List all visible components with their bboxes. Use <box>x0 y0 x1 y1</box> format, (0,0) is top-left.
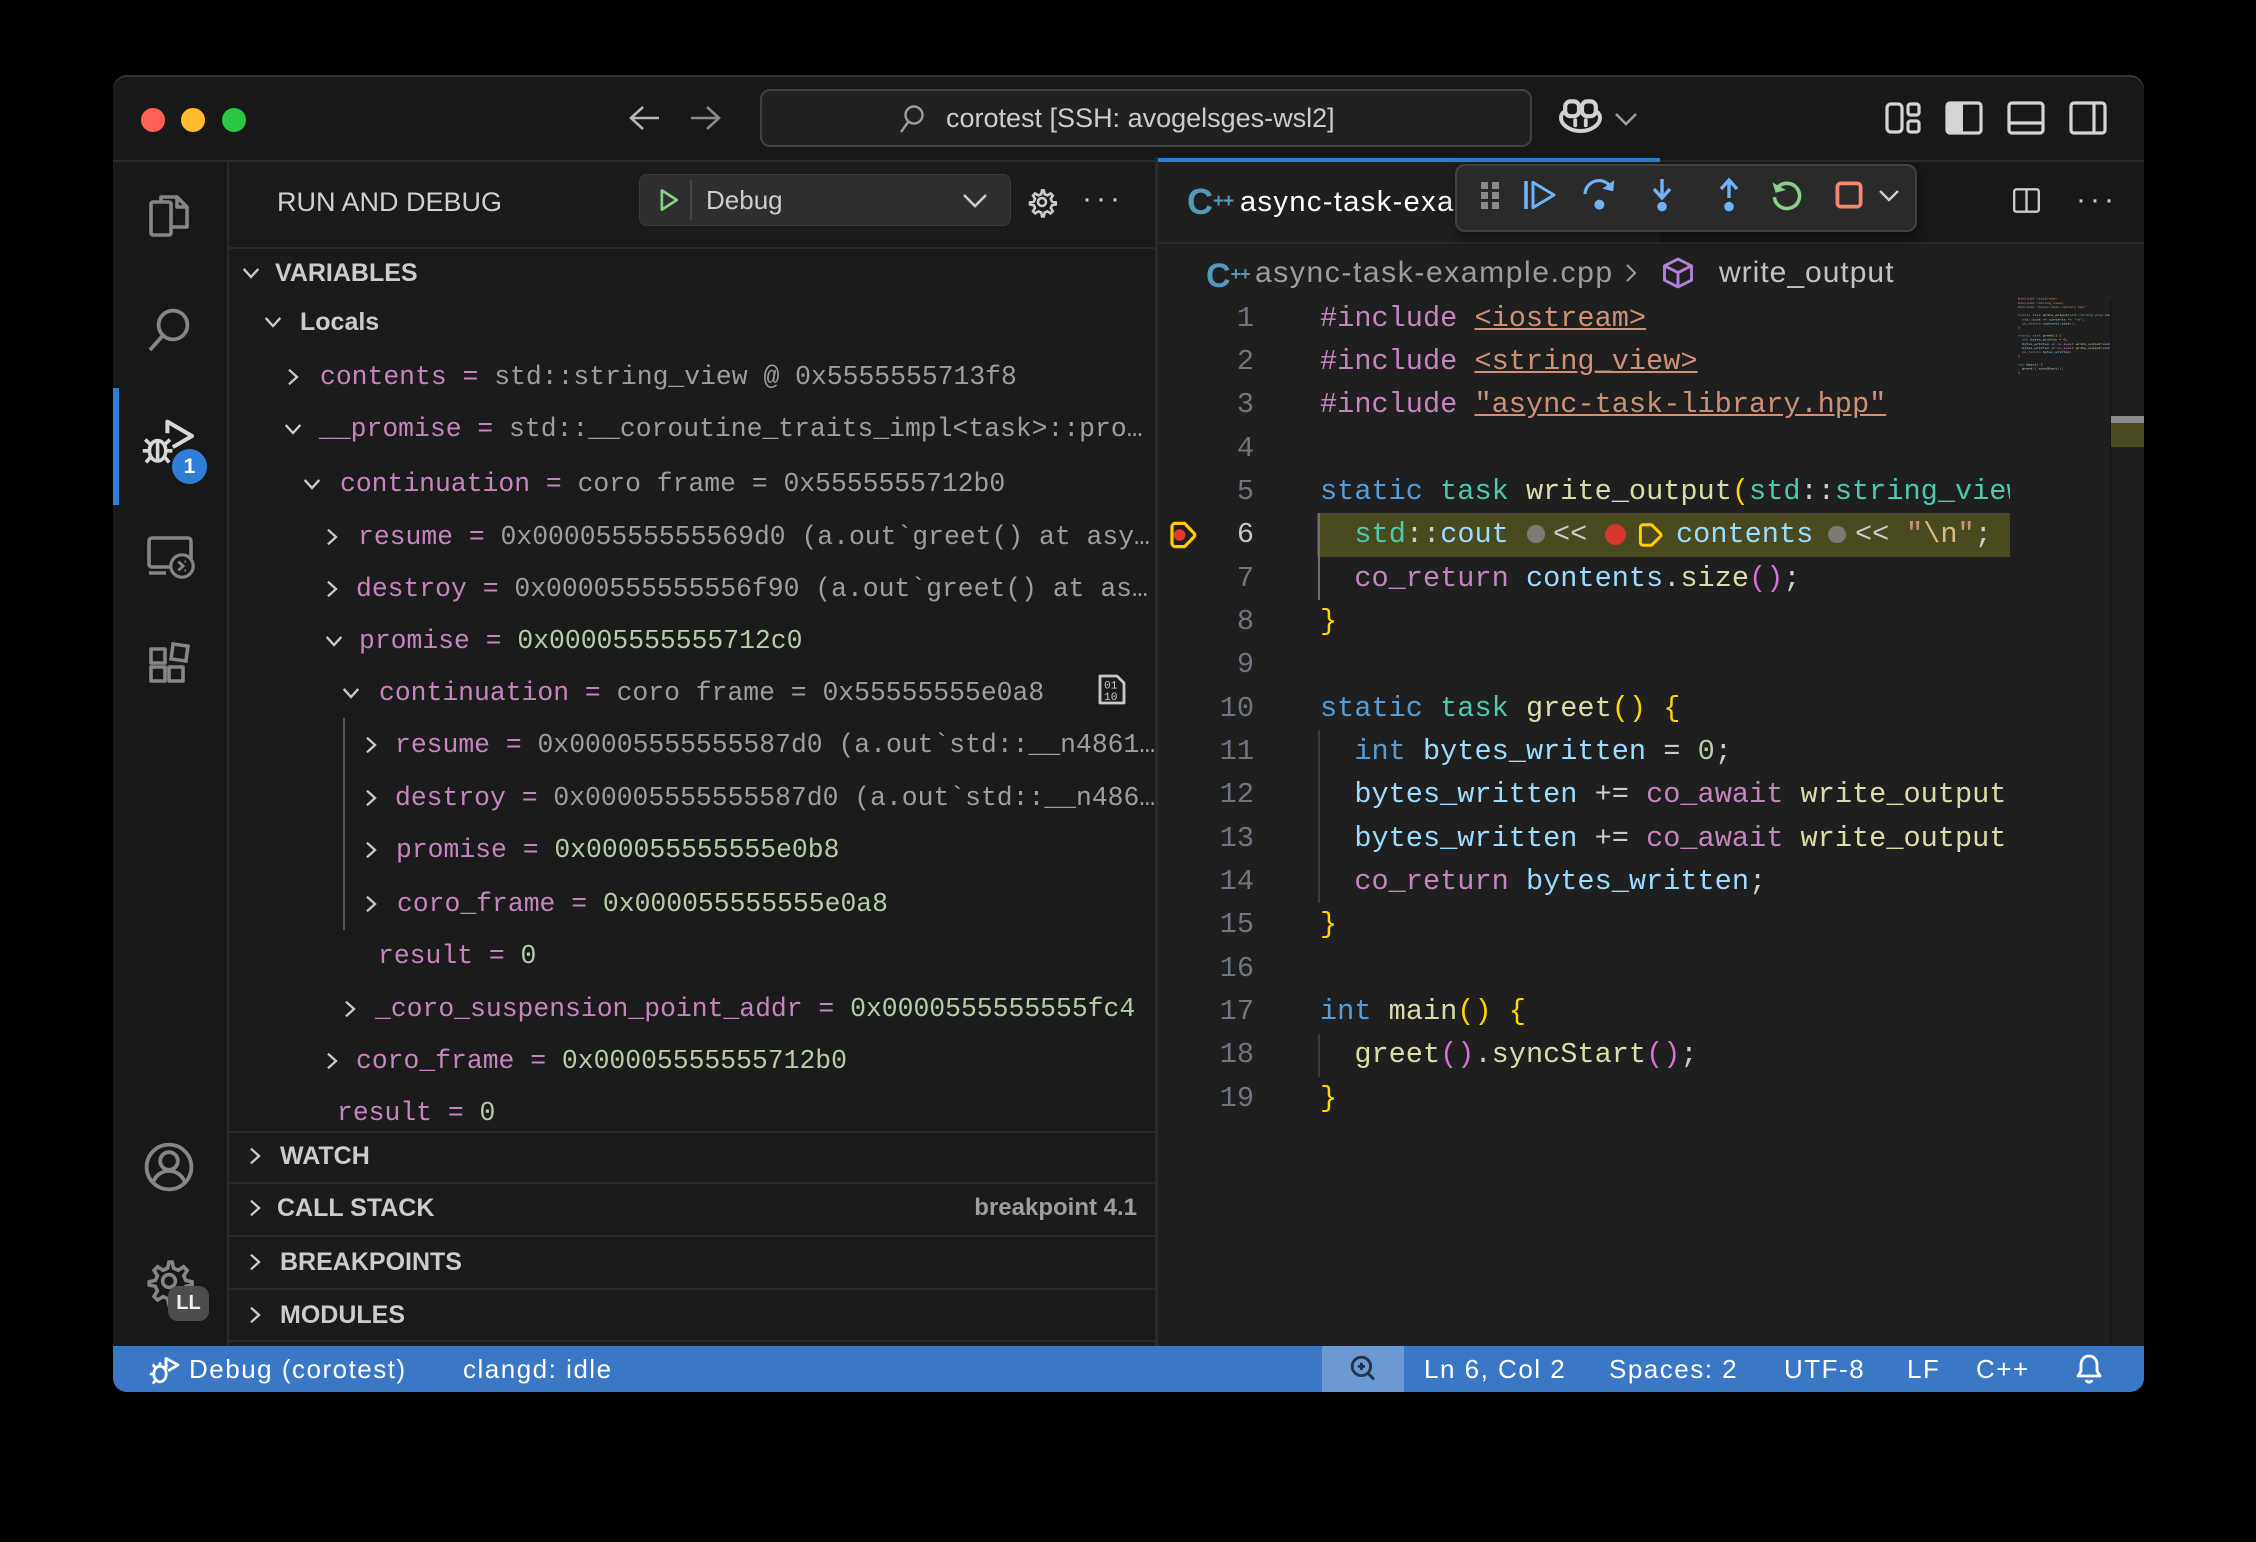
svg-text:10: 10 <box>1104 692 1118 704</box>
